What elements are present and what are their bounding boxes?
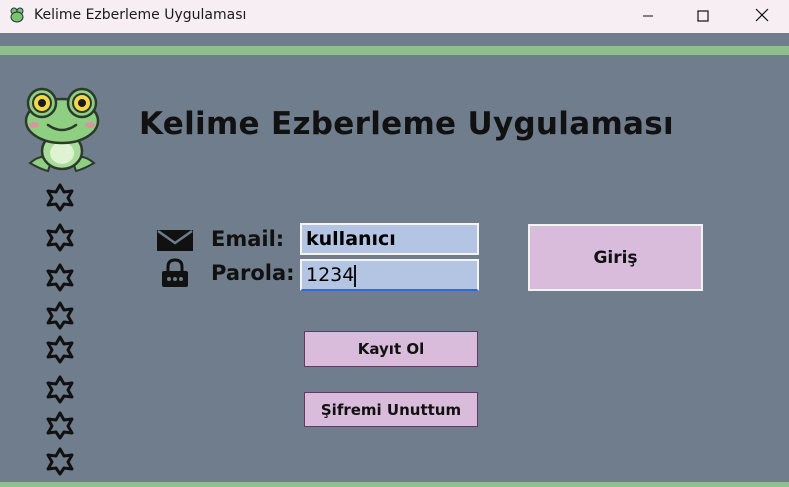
flower-outline-icon [44, 446, 76, 476]
flower-outline-icon [44, 300, 76, 330]
password-field[interactable] [300, 259, 479, 291]
email-field[interactable] [300, 223, 479, 255]
register-button[interactable]: Kayıt Ol [304, 331, 478, 367]
flower-outline-icon [44, 334, 76, 364]
login-button[interactable]: Giriş [528, 224, 703, 291]
text-cursor [354, 265, 356, 287]
frog-mascot [22, 85, 102, 177]
flower-outline-icon [44, 262, 76, 292]
frog-icon [9, 7, 25, 23]
flower-outline-icon [44, 222, 76, 252]
page-title: Kelime Ezberleme Uygulaması [139, 106, 674, 142]
window-title-bar: Kelime Ezberleme Uygulaması [0, 0, 789, 33]
envelope-icon [157, 228, 193, 252]
close-icon [755, 7, 769, 26]
lock-icon [160, 258, 190, 288]
flower-outline-icon [44, 410, 76, 440]
forgot-password-button[interactable]: Şifremi Unuttum [304, 392, 478, 427]
maximize-icon [697, 7, 709, 26]
bottom-accent-stripe [0, 482, 789, 487]
flower-outline-icon [44, 182, 76, 212]
top-accent-stripe [0, 33, 789, 55]
minimize-button[interactable] [625, 0, 671, 33]
minimize-icon [642, 7, 654, 26]
password-label: Parola: [211, 261, 295, 285]
maximize-button[interactable] [680, 0, 726, 33]
close-button[interactable] [739, 0, 785, 33]
email-label: Email: [211, 227, 285, 251]
window-title: Kelime Ezberleme Uygulaması [34, 7, 247, 23]
flower-outline-icon [44, 374, 76, 404]
